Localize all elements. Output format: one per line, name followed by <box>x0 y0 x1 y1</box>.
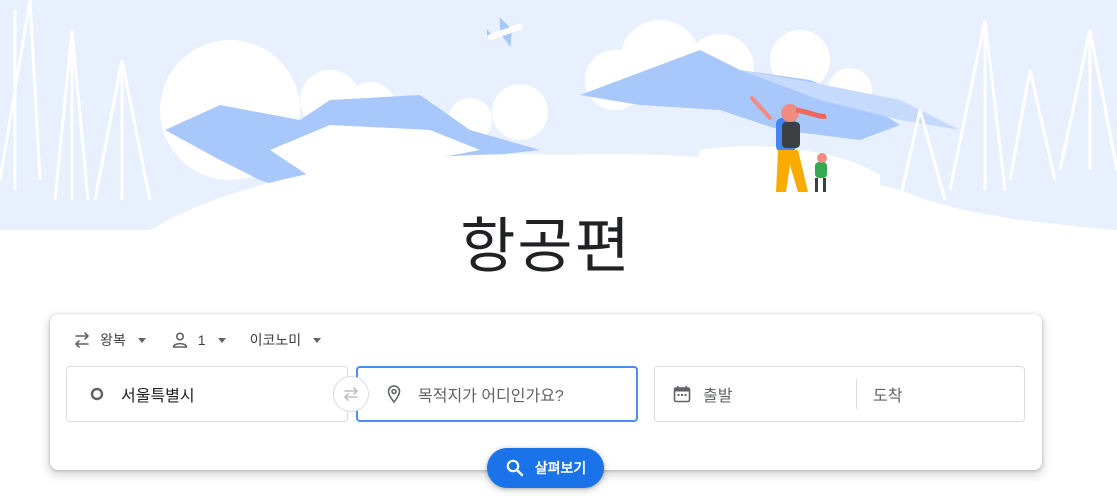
passengers-count: 1 <box>197 332 206 348</box>
chevron-down-icon <box>137 337 146 343</box>
passengers-dropdown[interactable]: 1 <box>170 330 226 350</box>
swap-arrows-icon <box>344 387 358 401</box>
date-range-field: 출발 도착 <box>654 366 1025 422</box>
trip-type-dropdown[interactable]: 왕복 <box>72 330 146 350</box>
circle-icon <box>87 384 107 404</box>
destination-field[interactable]: 목적지가 어디인가요? <box>356 366 638 422</box>
swap-locations-button[interactable] <box>333 376 369 412</box>
flight-search-card: 왕복 1 이코노미 서울특별시 목적지가 어디인가요? 출발 도착 살펴보기 <box>50 314 1042 488</box>
departure-placeholder: 출발 <box>703 388 733 405</box>
chevron-down-icon <box>217 337 226 343</box>
cabin-class-dropdown[interactable]: 이코노미 <box>250 330 322 350</box>
page-title: 항공편 <box>460 212 632 282</box>
search-options-row: 왕복 1 이코노미 <box>72 328 345 352</box>
travel-landscape-illustration <box>0 0 1117 230</box>
origin-value: 서울특별시 <box>121 388 195 405</box>
swap-arrows-icon <box>72 330 92 350</box>
cabin-class-label: 이코노미 <box>249 332 302 348</box>
search-icon <box>505 458 525 478</box>
explore-button[interactable]: 살펴보기 <box>487 448 604 488</box>
destination-placeholder: 목적지가 어디인가요? <box>418 388 564 405</box>
location-pin-icon <box>384 384 404 404</box>
calendar-icon <box>671 383 693 405</box>
departure-date-input[interactable]: 출발 <box>655 367 856 421</box>
return-placeholder: 도착 <box>873 388 903 405</box>
return-date-input[interactable]: 도착 <box>857 367 902 421</box>
origin-field[interactable]: 서울특별시 <box>66 366 348 422</box>
trip-type-label: 왕복 <box>100 332 126 348</box>
person-icon <box>170 330 190 350</box>
explore-label: 살펴보기 <box>534 460 587 476</box>
chevron-down-icon <box>313 337 322 343</box>
hero-illustration <box>0 0 1117 230</box>
